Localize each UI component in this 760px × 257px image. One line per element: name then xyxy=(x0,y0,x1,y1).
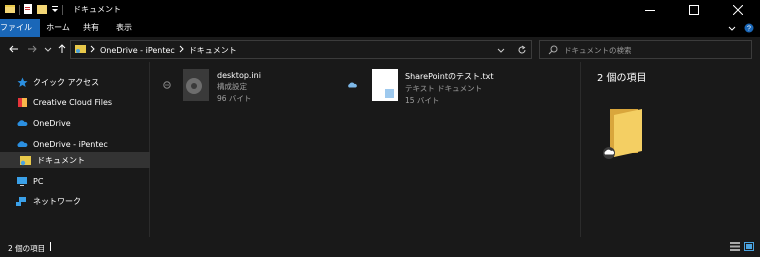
chevron-right-icon[interactable] xyxy=(179,45,185,55)
sidebar-item-onedrive[interactable]: OneDrive xyxy=(0,115,150,131)
expand-ribbon-icon[interactable] xyxy=(728,25,736,34)
details-view-icon[interactable] xyxy=(730,242,740,253)
file-item[interactable]: SharePointのテスト.txt テキスト ドキュメント 15 バイト xyxy=(347,69,494,106)
up-button[interactable] xyxy=(56,43,68,55)
file-name: desktop.ini xyxy=(217,71,261,80)
file-name: SharePointのテスト.txt xyxy=(405,72,494,81)
file-item[interactable]: desktop.ini 構成設定 96 バイト xyxy=(163,69,261,104)
close-button[interactable] xyxy=(716,0,760,19)
sidebar-item-quick-access[interactable]: クイック アクセス xyxy=(0,74,150,90)
app-icon[interactable] xyxy=(4,3,16,17)
file-type: 構成設定 xyxy=(217,82,247,91)
text-file-icon xyxy=(371,69,399,106)
divider xyxy=(19,5,20,15)
new-folder-icon[interactable] xyxy=(36,3,48,17)
sidebar-item-label: Creative Cloud Files xyxy=(33,97,113,107)
sidebar-item-label: PC xyxy=(33,176,44,186)
address-dropdown-icon[interactable] xyxy=(497,46,505,56)
documents-folder-icon xyxy=(20,154,32,166)
recent-locations-button[interactable] xyxy=(42,43,54,55)
window-title: ドキュメント xyxy=(73,5,121,14)
maximize-icon xyxy=(689,4,699,15)
sidebar-item-label: クイック アクセス xyxy=(33,77,100,87)
creative-cloud-icon xyxy=(16,96,28,108)
file-size: 96 バイト xyxy=(217,94,252,103)
tab-file[interactable]: ファイル xyxy=(0,19,40,37)
search-icon xyxy=(548,45,558,57)
arrow-right-icon xyxy=(28,45,37,53)
status-text: 2 個の項目 xyxy=(8,244,46,253)
breadcrumb-documents[interactable]: ドキュメント xyxy=(189,45,237,56)
large-icons-view-icon[interactable] xyxy=(744,242,754,253)
arrow-left-icon xyxy=(9,45,18,53)
minimize-button[interactable] xyxy=(628,0,672,19)
dropdown-icon[interactable] xyxy=(51,4,59,16)
ribbon: ファイル ホーム 共有 表示 ? xyxy=(0,19,760,37)
chevron-right-icon[interactable] xyxy=(90,45,96,55)
navigation-bar: OneDrive - iPentec ドキュメント ドキュメントの検索 xyxy=(0,37,760,62)
settings-file-icon xyxy=(177,69,211,104)
properties-icon[interactable] xyxy=(23,3,33,17)
network-icon xyxy=(16,195,28,207)
quick-access-toolbar xyxy=(4,3,63,17)
back-button[interactable] xyxy=(8,43,20,55)
sidebar-item-documents[interactable]: ドキュメント xyxy=(0,152,150,168)
folder-icon xyxy=(75,44,86,56)
close-icon xyxy=(733,4,743,15)
selection-count: 2 個の項目 xyxy=(597,73,647,84)
sidebar-item-label: OneDrive xyxy=(33,118,71,128)
sidebar-item-network[interactable]: ネットワーク xyxy=(0,193,150,209)
cloud-icon xyxy=(16,138,28,150)
file-size: 15 バイト xyxy=(405,96,440,105)
search-input[interactable]: ドキュメントの検索 xyxy=(564,45,632,56)
cloud-status-icon xyxy=(347,81,357,106)
sidebar-item-onedrive-ipentec[interactable]: OneDrive - iPentec xyxy=(0,136,150,152)
sync-status-icon xyxy=(163,81,171,104)
breadcrumb-onedrive[interactable]: OneDrive - iPentec xyxy=(100,46,175,55)
pc-icon xyxy=(16,175,28,187)
divider xyxy=(50,242,51,251)
address-bar[interactable]: OneDrive - iPentec ドキュメント xyxy=(70,40,532,59)
star-icon xyxy=(16,76,28,88)
navigation-pane: クイック アクセス Creative Cloud Files OneDrive … xyxy=(0,62,150,237)
sidebar-item-label: ネットワーク xyxy=(33,196,81,206)
arrow-up-icon xyxy=(58,44,66,53)
file-type: テキスト ドキュメント xyxy=(405,84,483,93)
details-pane: 2 個の項目 xyxy=(580,62,760,237)
title-bar: ドキュメント xyxy=(0,0,760,19)
file-list: desktop.ini 構成設定 96 バイト SharePointのテスト.t… xyxy=(151,62,579,237)
folder-preview-icon xyxy=(602,105,646,163)
tab-share[interactable]: 共有 xyxy=(76,19,106,37)
cloud-icon xyxy=(16,117,28,129)
chevron-down-icon xyxy=(44,47,52,52)
refresh-icon[interactable] xyxy=(517,45,527,57)
search-box[interactable]: ドキュメントの検索 xyxy=(539,40,752,59)
help-icon[interactable]: ? xyxy=(744,23,754,35)
maximize-button[interactable] xyxy=(672,0,716,19)
status-bar: 2 個の項目 xyxy=(0,237,760,257)
sidebar-item-pc[interactable]: PC xyxy=(0,173,150,189)
divider xyxy=(62,5,63,15)
tab-home[interactable]: ホーム xyxy=(40,19,76,37)
tab-view[interactable]: 表示 xyxy=(106,19,142,37)
sidebar-item-label: ドキュメント xyxy=(37,155,85,165)
sidebar-item-creative-cloud[interactable]: Creative Cloud Files xyxy=(0,94,150,110)
forward-button[interactable] xyxy=(26,43,38,55)
sidebar-item-label: OneDrive - iPentec xyxy=(33,139,108,149)
svg-text:?: ? xyxy=(747,26,751,33)
minimize-icon xyxy=(645,9,655,11)
